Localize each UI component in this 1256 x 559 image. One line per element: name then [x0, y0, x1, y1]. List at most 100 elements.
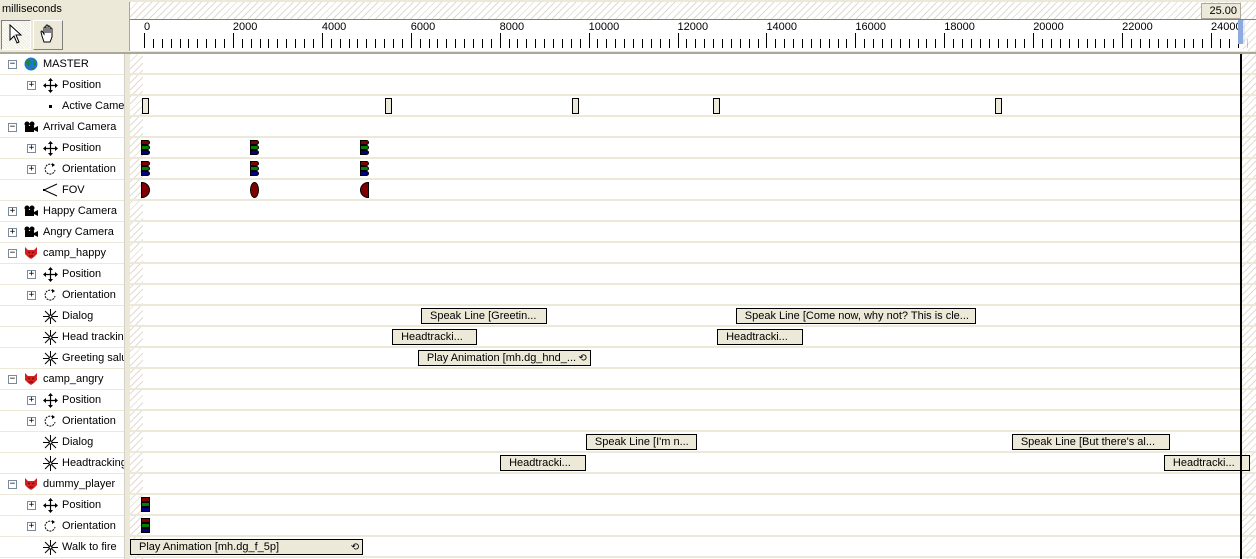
- event-block[interactable]: Headtracki...: [392, 329, 477, 345]
- timeline-row[interactable]: [130, 474, 1256, 495]
- tree-row[interactable]: − camp_angry: [0, 369, 124, 390]
- expand-toggle[interactable]: +: [27, 290, 36, 300]
- collapse-toggle[interactable]: −: [8, 59, 17, 69]
- zoom-value[interactable]: 25.00: [1201, 3, 1241, 19]
- tree-row[interactable]: Greeting salute: [0, 348, 124, 369]
- z-channel-key[interactable]: [141, 507, 150, 512]
- tree-row[interactable]: + Position: [0, 495, 124, 516]
- tree-row[interactable]: − dummy_player: [0, 474, 124, 495]
- tree-row[interactable]: − MASTER: [0, 54, 124, 75]
- z-channel-key[interactable]: [360, 150, 370, 155]
- expand-toggle[interactable]: +: [27, 164, 36, 174]
- tree-row[interactable]: + Orientation: [0, 411, 124, 432]
- timeline-row[interactable]: [130, 159, 1256, 180]
- collapse-toggle[interactable]: −: [8, 122, 17, 132]
- z-channel-key[interactable]: [249, 171, 259, 176]
- xyz-keyframe[interactable]: [141, 161, 150, 177]
- tree-row[interactable]: + Happy Camera: [0, 201, 124, 222]
- pan-tool-button[interactable]: [33, 20, 63, 50]
- camera-cut-key[interactable]: [995, 98, 1003, 114]
- timeline-row[interactable]: [130, 180, 1256, 201]
- timeline-row[interactable]: [130, 390, 1256, 411]
- timeline-row[interactable]: [130, 222, 1256, 243]
- fov-keyframe[interactable]: [249, 182, 259, 198]
- fov-keyframe[interactable]: [360, 182, 370, 198]
- tree-row[interactable]: Walk to fire: [0, 537, 124, 558]
- timeline-row[interactable]: [130, 264, 1256, 285]
- timeline-row[interactable]: [130, 201, 1256, 222]
- timeline-row[interactable]: [130, 369, 1256, 390]
- timeline-row[interactable]: [130, 285, 1256, 306]
- expand-toggle[interactable]: +: [27, 416, 36, 426]
- tree-row[interactable]: Headtracking: [0, 453, 124, 474]
- tree-row[interactable]: + Position: [0, 264, 124, 285]
- tree-row[interactable]: + Position: [0, 390, 124, 411]
- timeline-row[interactable]: [130, 117, 1256, 138]
- expand-toggle[interactable]: +: [27, 80, 36, 90]
- xyz-keyframe[interactable]: [360, 161, 370, 177]
- z-channel-key[interactable]: [141, 528, 150, 533]
- tree-row[interactable]: − camp_happy: [0, 243, 124, 264]
- timeline-row[interactable]: [130, 138, 1256, 159]
- timeline-row[interactable]: [130, 453, 1256, 474]
- timeline-row[interactable]: [130, 96, 1256, 117]
- timeline-row[interactable]: [130, 411, 1256, 432]
- timeline-tracks[interactable]: Speak Line [Greetin... Speak Line [Come n…: [130, 54, 1256, 559]
- tree-row[interactable]: + Orientation: [0, 285, 124, 306]
- tree-row[interactable]: Dialog: [0, 432, 124, 453]
- timeline-row[interactable]: [130, 75, 1256, 96]
- tree-row[interactable]: FOV: [0, 180, 124, 201]
- event-block[interactable]: Speak Line [But there's al...: [1011, 434, 1171, 450]
- timeline-row[interactable]: [130, 306, 1256, 327]
- camera-cut-key[interactable]: [712, 98, 720, 114]
- tree-row[interactable]: + Orientation: [0, 159, 124, 180]
- event-block[interactable]: Speak Line [I'm n...: [585, 434, 698, 450]
- select-tool-button[interactable]: [1, 20, 31, 50]
- tree-row[interactable]: − Arrival Camera: [0, 117, 124, 138]
- z-channel-key[interactable]: [249, 150, 259, 155]
- event-block[interactable]: Headtracki...: [717, 329, 803, 345]
- z-channel-key[interactable]: [141, 150, 150, 155]
- timeline-row[interactable]: [130, 495, 1256, 516]
- tree-row[interactable]: Active Camera: [0, 96, 124, 117]
- tree-row[interactable]: Head tracking: [0, 327, 124, 348]
- xyz-keyframe[interactable]: [249, 161, 259, 177]
- event-block[interactable]: Play Animation [mh.dg_f_5p] ⟲: [130, 539, 364, 555]
- ruler-scale[interactable]: 0 2000 4000 6000 8000 10000 12000 14000 16000 180…: [130, 20, 1256, 51]
- camera-cut-key[interactable]: [571, 98, 579, 114]
- collapse-toggle[interactable]: −: [8, 374, 17, 384]
- event-block[interactable]: Headtracki...: [500, 455, 586, 471]
- expand-toggle[interactable]: +: [27, 395, 36, 405]
- z-channel-key[interactable]: [360, 171, 370, 176]
- xyz-keyframe[interactable]: [141, 140, 150, 156]
- timeline-row[interactable]: [130, 54, 1256, 75]
- timeline-row[interactable]: [130, 348, 1256, 369]
- camera-cut-key[interactable]: [142, 98, 149, 114]
- tree-row[interactable]: + Angry Camera: [0, 222, 124, 243]
- event-block[interactable]: Speak Line [Come now, why not? This is c…: [735, 308, 976, 324]
- timeline-row[interactable]: [130, 516, 1256, 537]
- expand-toggle[interactable]: +: [8, 206, 17, 216]
- xyz-keyframe[interactable]: [141, 497, 150, 513]
- event-block[interactable]: Headtracki...: [1163, 455, 1251, 471]
- expand-toggle[interactable]: +: [27, 500, 36, 510]
- tree-row[interactable]: + Position: [0, 138, 124, 159]
- time-ruler[interactable]: 25.00 0 2000 4000 6000 8000 10000 12000 14000 16…: [129, 2, 1256, 51]
- tree-row[interactable]: + Position: [0, 75, 124, 96]
- collapse-toggle[interactable]: −: [8, 248, 17, 258]
- xyz-keyframe[interactable]: [249, 140, 259, 156]
- timeline-row[interactable]: [130, 243, 1256, 264]
- xyz-keyframe[interactable]: [141, 518, 150, 534]
- timeline-row[interactable]: [130, 327, 1256, 348]
- xyz-keyframe[interactable]: [360, 140, 370, 156]
- expand-toggle[interactable]: +: [27, 521, 36, 531]
- camera-cut-key[interactable]: [385, 98, 393, 114]
- tree-row[interactable]: + Orientation: [0, 516, 124, 537]
- event-block[interactable]: Play Animation [mh.dg_hnd_... ⟲: [417, 350, 591, 366]
- z-channel-key[interactable]: [141, 171, 150, 176]
- playhead-line[interactable]: [1240, 54, 1243, 559]
- collapse-toggle[interactable]: −: [8, 479, 17, 489]
- tree-row[interactable]: Dialog: [0, 306, 124, 327]
- event-block[interactable]: Speak Line [Greetin...: [420, 308, 548, 324]
- expand-toggle[interactable]: +: [27, 143, 36, 153]
